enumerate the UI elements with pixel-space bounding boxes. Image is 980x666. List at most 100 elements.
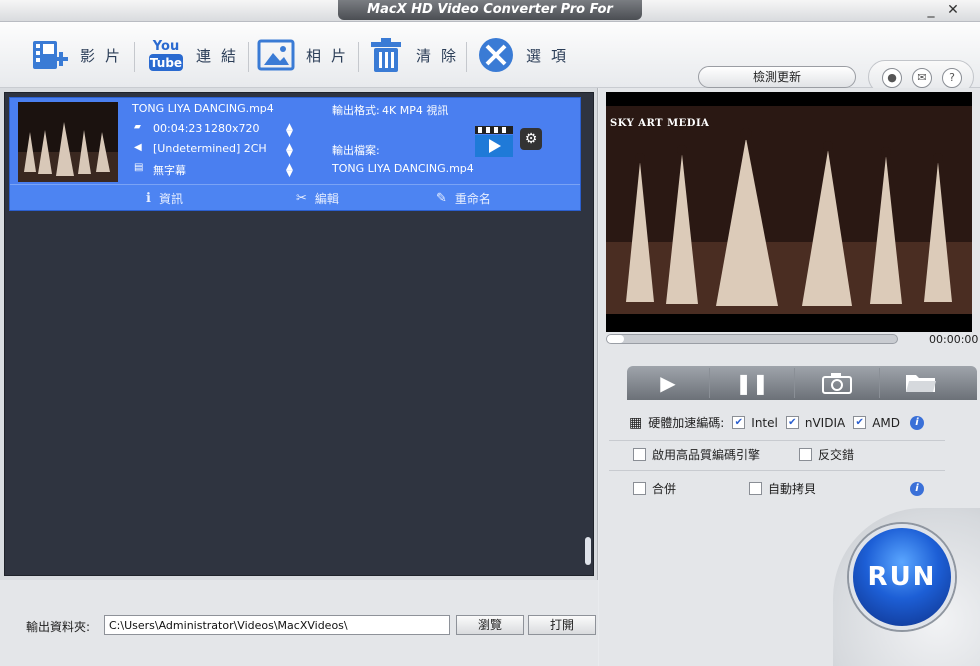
file-name: TONG LIYA DANCING.mp4 bbox=[132, 102, 274, 115]
run-button-area: RUN bbox=[833, 508, 980, 666]
resolution: 1280x720 bbox=[204, 122, 260, 135]
merge-row: 合併 bbox=[633, 480, 676, 497]
autocopy-checkbox[interactable] bbox=[749, 482, 762, 495]
hw-accel-label: 硬體加速編碼: bbox=[648, 416, 725, 430]
merge-label: 合併 bbox=[652, 482, 677, 496]
options-label: 選項 bbox=[526, 46, 577, 65]
user-icon[interactable]: ● bbox=[882, 68, 902, 88]
hw-accel-row: ▦ 硬體加速編碼: ✔ Intel ✔ nVIDIA ✔ AMD i bbox=[629, 414, 925, 431]
svg-text:Tube: Tube bbox=[150, 56, 182, 70]
audio-track-selector[interactable]: ▲ ▼ bbox=[286, 143, 293, 159]
add-video-label: 影片 bbox=[80, 46, 131, 65]
rename-label: 重命名 bbox=[454, 192, 491, 206]
deinterlace-label: 反交錯 bbox=[818, 448, 855, 462]
output-file-label: 輸出檔案: bbox=[332, 144, 380, 157]
add-video-button[interactable]: 影片 bbox=[30, 34, 130, 76]
pause-icon[interactable]: ❚❚ bbox=[710, 366, 794, 400]
settings-divider bbox=[609, 470, 945, 471]
nvidia-checkbox[interactable]: ✔ bbox=[785, 416, 799, 429]
folder-icon[interactable] bbox=[880, 366, 962, 400]
check-update-button[interactable]: 檢測更新 bbox=[698, 66, 856, 88]
video-watermark: SKY ART MEDIA bbox=[610, 118, 710, 129]
output-folder-label: 輸出資料夾: bbox=[26, 620, 91, 634]
clear-button[interactable]: 清除 bbox=[366, 34, 466, 76]
merge-info-row: i bbox=[910, 482, 924, 496]
intel-label: Intel bbox=[751, 415, 778, 430]
title-bar: MacX HD Video Converter Pro For Windows … bbox=[0, 0, 980, 36]
run-button[interactable]: RUN bbox=[849, 524, 955, 630]
video-preview: SKY ART MEDIA bbox=[606, 92, 972, 332]
output-format-label: 輸出格式: bbox=[332, 104, 380, 117]
toolbar-divider bbox=[466, 42, 467, 72]
item-action-bar: ℹ 資訊 ✂ 編輯 ✎ 重命名 bbox=[10, 184, 580, 210]
hq-engine-label: 啟用高品質編碼引擎 bbox=[652, 448, 761, 462]
chip-icon: ▦ bbox=[629, 414, 643, 431]
mail-icon[interactable]: ✉ bbox=[912, 68, 932, 88]
subtitle-selector[interactable]: ▲ ▼ bbox=[286, 163, 293, 179]
subtitle-track: 無字幕 bbox=[153, 164, 186, 177]
preview-panel: SKY ART MEDIA 00:00:00 ▶ ❚❚ ▦ 硬體加速編碼: ✔ … bbox=[599, 88, 980, 666]
autocopy-label: 自動拷貝 bbox=[768, 482, 817, 496]
output-format-icon[interactable] bbox=[474, 124, 514, 161]
help-icon[interactable]: ? bbox=[942, 68, 962, 88]
hq-engine-checkbox[interactable] bbox=[633, 448, 646, 461]
edit-button[interactable]: ✂ 編輯 bbox=[296, 190, 339, 207]
open-folder-button[interactable]: 打開 bbox=[528, 615, 596, 635]
info-button[interactable]: ℹ 資訊 bbox=[146, 190, 183, 207]
video-track-selector[interactable]: ▲ ▼ bbox=[286, 123, 293, 139]
edit-label: 編輯 bbox=[314, 192, 339, 206]
trash-icon bbox=[366, 35, 406, 75]
list-scrollbar[interactable] bbox=[585, 537, 591, 565]
amd-checkbox[interactable]: ✔ bbox=[853, 416, 867, 429]
deinterlace-row: 反交錯 bbox=[799, 446, 854, 463]
film-add-icon bbox=[30, 35, 70, 75]
settings-area: ▦ 硬體加速編碼: ✔ Intel ✔ nVIDIA ✔ AMD i 啟用高品質… bbox=[599, 400, 980, 510]
hq-engine-row: 啟用高品質編碼引擎 bbox=[633, 446, 760, 463]
autocopy-row: 自動拷貝 bbox=[749, 480, 816, 497]
playback-progress-slider[interactable] bbox=[606, 334, 898, 344]
close-icon[interactable]: ✕ bbox=[942, 1, 964, 19]
pencil-icon: ✎ bbox=[436, 191, 447, 206]
info-label: 資訊 bbox=[158, 192, 183, 206]
add-photo-button[interactable]: 相片 bbox=[256, 34, 356, 76]
toolbar: 影片 You Tube 連結 相片 清除 選項 檢測更新 ● ✉ ? bbox=[0, 22, 980, 94]
output-folder-input[interactable] bbox=[104, 615, 450, 635]
output-file-value[interactable]: TONG LIYA DANCING.mp4 bbox=[332, 162, 474, 175]
merge-checkbox[interactable] bbox=[633, 482, 646, 495]
youtube-link-button[interactable]: You Tube 連結 bbox=[146, 34, 246, 76]
nvidia-label: nVIDIA bbox=[804, 415, 846, 430]
merge-info-icon[interactable]: i bbox=[910, 482, 924, 496]
amd-label: AMD bbox=[872, 415, 901, 430]
intel-checkbox[interactable]: ✔ bbox=[732, 416, 746, 429]
minimize-icon[interactable]: _ bbox=[920, 1, 942, 19]
rename-button[interactable]: ✎ 重命名 bbox=[436, 190, 491, 207]
deinterlace-checkbox[interactable] bbox=[799, 448, 812, 461]
window-title: MacX HD Video Converter Pro For Windows bbox=[338, 0, 642, 36]
timecode: 00:00:00 bbox=[929, 333, 979, 346]
options-button[interactable]: 選項 bbox=[476, 34, 576, 76]
progress-fill bbox=[607, 335, 625, 343]
list-item[interactable]: TONG LIYA DANCING.mp4 ▰ 00:04:23 1280x72… bbox=[9, 97, 581, 211]
browse-button[interactable]: 瀏覽 bbox=[456, 615, 524, 635]
toolbar-divider bbox=[248, 42, 249, 72]
wrench-screwdriver-icon bbox=[476, 35, 516, 75]
info-icon: ℹ bbox=[146, 191, 151, 206]
clapper-icon: ▰ bbox=[134, 122, 141, 132]
video-thumbnail bbox=[18, 102, 118, 182]
clear-label: 清除 bbox=[416, 46, 467, 65]
settings-divider bbox=[609, 440, 945, 441]
youtube-link-label: 連結 bbox=[196, 46, 247, 65]
file-list-panel: TONG LIYA DANCING.mp4 ▰ 00:04:23 1280x72… bbox=[0, 88, 598, 580]
file-list[interactable]: TONG LIYA DANCING.mp4 ▰ 00:04:23 1280x72… bbox=[4, 92, 594, 576]
youtube-icon: You Tube bbox=[146, 35, 186, 75]
hw-accel-info-icon[interactable]: i bbox=[910, 415, 925, 430]
toolbar-divider bbox=[358, 42, 359, 72]
playback-controls: ▶ ❚❚ bbox=[627, 366, 977, 400]
audio-track: [Undetermined] 2CH bbox=[153, 142, 267, 155]
subtitle-icon: ▤ bbox=[134, 162, 144, 173]
gear-icon[interactable]: ⚙ bbox=[520, 128, 542, 150]
camera-icon[interactable] bbox=[795, 366, 879, 400]
play-icon[interactable]: ▶ bbox=[627, 366, 709, 400]
speaker-icon: ◀ bbox=[134, 142, 142, 153]
scissors-icon: ✂ bbox=[296, 191, 307, 206]
